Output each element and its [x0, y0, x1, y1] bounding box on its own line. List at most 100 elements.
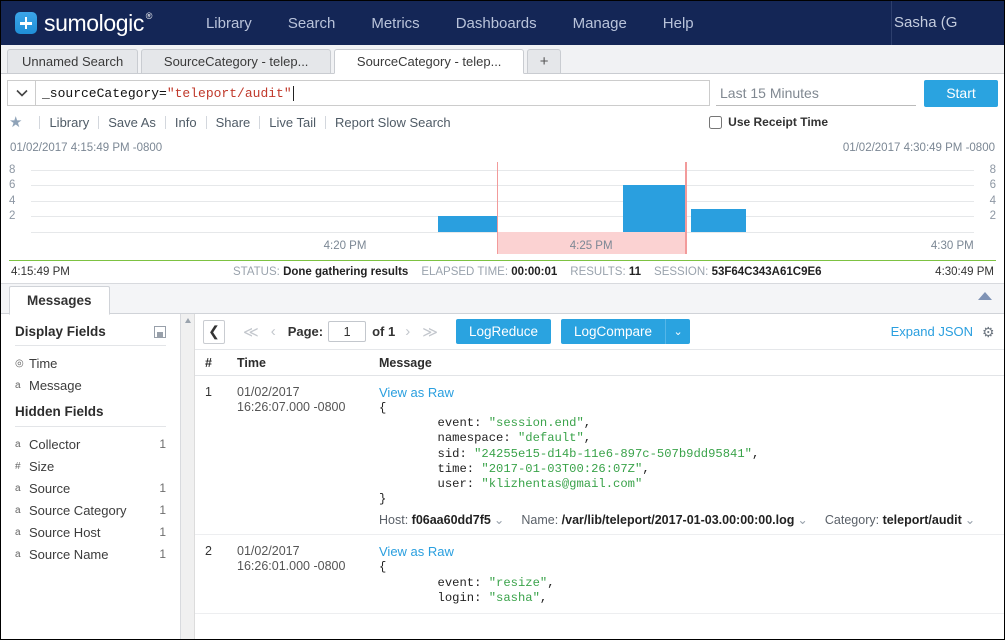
hidden-fields-title: Hidden Fields: [15, 404, 104, 419]
top-navigation-bar: sumologic® Library Search Metrics Dashbo…: [1, 1, 1004, 45]
results-scrollbar[interactable]: [181, 314, 195, 639]
chevron-down-icon[interactable]: [7, 80, 35, 106]
field-label: Message: [29, 378, 82, 393]
histogram-plot-area[interactable]: [31, 162, 974, 232]
time-range-input[interactable]: Last 15 Minutes: [716, 80, 916, 106]
row-timestamp: 01/02/201716:26:01.000 -0800: [237, 544, 379, 606]
action-library[interactable]: Library: [49, 115, 89, 130]
messages-content: ❮ ≪ ‹ Page: of 1 › ≫ LogReduce LogCompar…: [181, 314, 1004, 639]
nav-item-manage[interactable]: Manage: [555, 15, 645, 32]
status-start-time: 4:15:49 PM: [11, 266, 70, 278]
search-query-input[interactable]: _sourceCategory="teleport/audit": [35, 80, 710, 106]
field-label: Source Name: [29, 547, 108, 562]
text-cursor: [293, 86, 294, 101]
messages-inner: ❮ ≪ ‹ Page: of 1 › ≫ LogReduce LogCompar…: [195, 314, 1004, 639]
back-button[interactable]: ❮: [203, 320, 225, 344]
y-axis-tick-2: 2: [976, 210, 996, 222]
view-as-raw-link[interactable]: View as Raw: [379, 385, 1004, 400]
text-icon: a: [15, 549, 29, 560]
user-menu[interactable]: Sasha (G: [894, 14, 998, 31]
json-body: { event: "session.end", namespace: "defa…: [379, 401, 1004, 507]
hidden-field-source-category[interactable]: aSource Category1: [15, 499, 166, 521]
tab-messages[interactable]: Messages: [9, 286, 110, 315]
json-text: {: [379, 401, 386, 415]
metadata-category-value: teleport/audit: [883, 513, 962, 527]
hidden-field-source[interactable]: aSource1: [15, 477, 166, 499]
histogram-bar[interactable]: [438, 216, 496, 232]
action-live-tail[interactable]: Live Tail: [269, 115, 316, 130]
x-axis-tick: 4:20 PM: [324, 240, 367, 252]
chevron-down-icon[interactable]: ⌄: [965, 513, 975, 527]
gridline: [31, 201, 974, 202]
start-search-button[interactable]: Start: [924, 80, 998, 107]
favorite-star-icon[interactable]: ★: [9, 113, 22, 131]
logcompare-dropdown-icon[interactable]: ⌄: [665, 319, 690, 344]
logreduce-button[interactable]: LogReduce: [456, 319, 551, 344]
sumologic-logo[interactable]: sumologic®: [1, 10, 144, 37]
tab-sourcecategory-1[interactable]: SourceCategory - telep...: [141, 49, 331, 73]
first-page-icon[interactable]: ≪: [243, 323, 259, 341]
field-count: 1: [159, 547, 166, 561]
action-report-slow-search[interactable]: Report Slow Search: [335, 115, 451, 130]
json-text: event:: [379, 416, 489, 430]
nav-divider: [891, 1, 892, 45]
logcompare-button[interactable]: LogCompare: [561, 319, 665, 344]
hidden-field-size[interactable]: #Size: [15, 455, 166, 477]
histogram-selection-handle-left[interactable]: [497, 162, 499, 254]
hidden-field-source-name[interactable]: aSource Name 1: [15, 543, 166, 565]
add-tab-button[interactable]: +: [527, 49, 561, 73]
use-receipt-time-label[interactable]: Use Receipt Time: [728, 115, 828, 129]
prev-page-icon[interactable]: ‹: [271, 323, 276, 340]
metadata-name[interactable]: Name: /var/lib/teleport/2017-01-03.00:00…: [521, 512, 808, 527]
hidden-field-collector[interactable]: aCollector1: [15, 433, 166, 455]
json-text: login:: [379, 591, 489, 605]
field-label: Collector: [29, 437, 80, 452]
use-receipt-time-checkbox[interactable]: [709, 116, 722, 129]
nav-item-metrics[interactable]: Metrics: [353, 15, 437, 32]
y-axis-tick-6: 6: [9, 179, 29, 191]
action-save-as[interactable]: Save As: [108, 115, 156, 130]
table-row[interactable]: 201/02/201716:26:01.000 -0800View as Raw…: [195, 535, 1004, 614]
histogram-bar[interactable]: [623, 185, 687, 232]
collapse-panel-icon[interactable]: [978, 292, 992, 300]
chevron-down-icon[interactable]: ⌄: [797, 513, 807, 527]
histogram-start-label: 01/02/2017 4:15:49 PM -0800: [10, 142, 162, 154]
metadata-category[interactable]: Category: teleport/audit⌄: [825, 512, 975, 527]
display-field-time[interactable]: ◎Time: [15, 352, 166, 374]
histogram-selection-handle-right[interactable]: [685, 162, 687, 254]
hidden-fields-divider: [15, 426, 166, 427]
save-fields-icon[interactable]: [154, 326, 166, 338]
field-label: Size: [29, 459, 54, 474]
last-page-icon[interactable]: ≫: [422, 323, 438, 341]
nav-item-library[interactable]: Library: [188, 15, 270, 32]
next-page-icon[interactable]: ›: [405, 323, 410, 340]
nav-item-help[interactable]: Help: [645, 15, 712, 32]
tab-unnamed-search[interactable]: Unnamed Search: [7, 49, 138, 73]
json-text: ,: [642, 462, 649, 476]
action-info[interactable]: Info: [175, 115, 197, 130]
nav-item-dashboards[interactable]: Dashboards: [438, 15, 555, 32]
json-text: user:: [379, 477, 481, 491]
table-row[interactable]: 101/02/201716:26:07.000 -0800View as Raw…: [195, 376, 1004, 535]
page-number-input[interactable]: [328, 321, 366, 342]
json-string-value: "2017-01-03T00:26:07Z": [481, 462, 642, 476]
action-divider: [206, 116, 207, 129]
results-panel: Messages Display Fields ◎TimeaMessage Hi…: [1, 283, 1004, 639]
view-as-raw-link[interactable]: View as Raw: [379, 544, 1004, 559]
metadata-host[interactable]: Host: f06aa60dd7f5⌄: [379, 512, 504, 527]
action-share[interactable]: Share: [216, 115, 251, 130]
display-field-message[interactable]: aMessage: [15, 374, 166, 396]
metadata-category-label: Category:: [825, 513, 883, 527]
elapsed-time-label: ELAPSED TIME:: [421, 266, 508, 278]
hidden-field-source-host[interactable]: aSource Host1: [15, 521, 166, 543]
json-text: ,: [752, 447, 759, 461]
json-body: { event: "resize", login: "sasha",: [379, 560, 1004, 606]
chevron-down-icon[interactable]: ⌄: [494, 513, 504, 527]
histogram-chart[interactable]: 22446688 4:20 PM4:25 PM4:30 PM: [9, 162, 996, 254]
histogram-bar[interactable]: [691, 209, 746, 232]
expand-json-link[interactable]: Expand JSON: [891, 324, 973, 339]
gridline: [31, 185, 974, 186]
gear-icon[interactable]: ⚙: [982, 325, 996, 339]
nav-item-search[interactable]: Search: [270, 15, 354, 32]
tab-sourcecategory-2[interactable]: SourceCategory - telep...: [334, 49, 524, 74]
